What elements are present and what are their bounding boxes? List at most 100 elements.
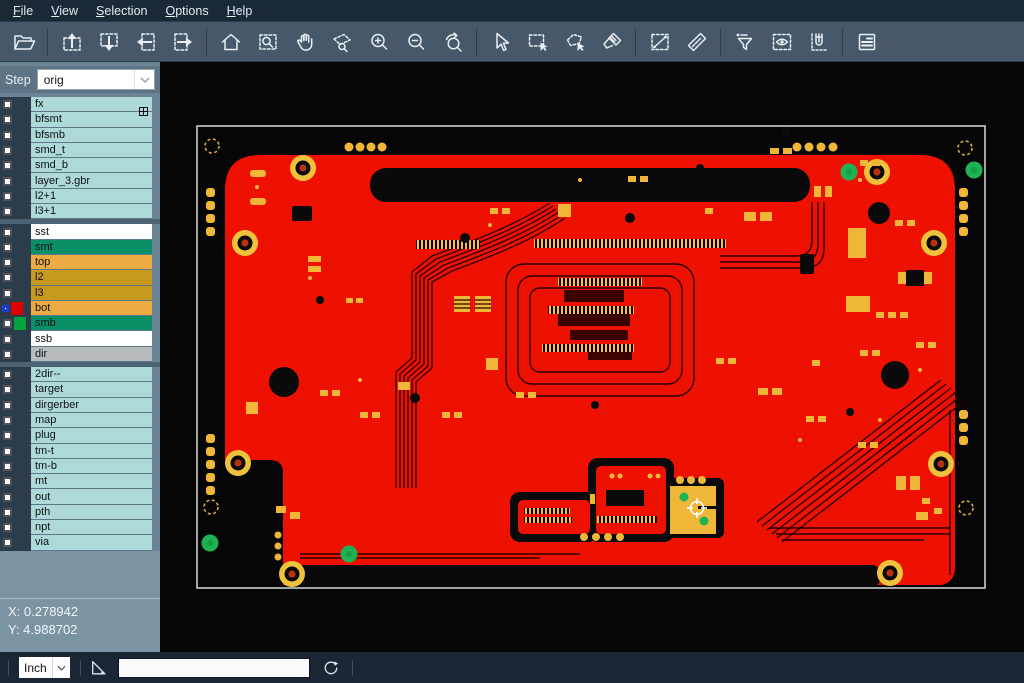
command-input[interactable]	[118, 658, 310, 678]
layer-name[interactable]: mt	[31, 474, 152, 489]
layer-name[interactable]: l2	[31, 270, 152, 285]
import-right-button[interactable]	[164, 25, 201, 59]
layer-row-bfsmb[interactable]: bfsmb	[0, 128, 160, 143]
layer-name[interactable]: bfsmt	[31, 112, 152, 127]
view-options-button[interactable]	[763, 25, 800, 59]
layer-checkbox[interactable]	[3, 207, 12, 216]
layer-row-dir[interactable]: dir	[0, 347, 160, 362]
measure-button[interactable]	[641, 25, 678, 59]
select-rectangle-button[interactable]	[519, 25, 556, 59]
layer-row-pth[interactable]: pth	[0, 505, 160, 520]
layer-row-out[interactable]: out	[0, 489, 160, 504]
layer-checkbox[interactable]	[3, 131, 12, 140]
zoom-previous-button[interactable]	[434, 25, 471, 59]
pcb-canvas[interactable]	[160, 60, 1024, 652]
layer-name[interactable]: smd_b	[31, 158, 152, 173]
filter-button[interactable]	[726, 25, 763, 59]
zoom-object-button[interactable]	[323, 25, 360, 59]
menu-help[interactable]: Help	[218, 2, 262, 20]
ruler-button[interactable]	[678, 25, 715, 59]
layer-row-tm-t[interactable]: tm-t	[0, 444, 160, 459]
layer-name[interactable]: map	[31, 413, 152, 428]
chevron-down-icon[interactable]	[134, 70, 154, 89]
cleanup-button[interactable]	[593, 25, 630, 59]
layer-name[interactable]: dir	[31, 347, 152, 362]
layer-row-bot[interactable]: bot	[0, 301, 160, 316]
units-dropdown[interactable]: Inch	[19, 657, 70, 678]
layer-row-dirgerber[interactable]: dirgerber	[0, 398, 160, 413]
layer-row-layer3[interactable]: layer_3.gbr	[0, 173, 160, 188]
layer-checkbox[interactable]	[3, 350, 12, 359]
layer-checkbox[interactable]	[3, 335, 12, 344]
layer-name[interactable]: ssb	[31, 331, 152, 346]
layer-row-l3p1[interactable]: l3+1	[0, 204, 160, 219]
select-cursor-button[interactable]	[482, 25, 519, 59]
layer-checkbox[interactable]	[3, 370, 12, 379]
layer-row-tm-b[interactable]: tm-b	[0, 459, 160, 474]
layer-row-sst[interactable]: sst	[0, 224, 160, 239]
layer-checkbox[interactable]	[3, 258, 12, 267]
zoom-out-button[interactable]	[397, 25, 434, 59]
layer-checkbox[interactable]	[3, 508, 12, 517]
layer-row-l2[interactable]: l2	[0, 270, 160, 285]
layer-name[interactable]: smt	[31, 240, 152, 255]
layer-checkbox[interactable]	[3, 243, 12, 252]
layer-row-map[interactable]: map	[0, 413, 160, 428]
layer-name[interactable]: out	[31, 489, 152, 504]
layer-row-plug[interactable]: plug	[0, 428, 160, 443]
pan-button[interactable]	[286, 25, 323, 59]
zoom-in-button[interactable]	[360, 25, 397, 59]
layer-row-target[interactable]: target	[0, 382, 160, 397]
layer-name[interactable]: via	[31, 535, 152, 550]
menu-file[interactable]: File	[4, 2, 42, 20]
layer-name[interactable]: pth	[31, 505, 152, 520]
layer-row-l2p1[interactable]: l2+1	[0, 189, 160, 204]
layer-checkbox[interactable]	[3, 100, 12, 109]
layer-checkbox[interactable]	[3, 177, 12, 186]
layer-row-npt[interactable]: npt	[0, 520, 160, 535]
layer-name[interactable]: fx	[31, 97, 152, 112]
layer-name[interactable]: sst	[31, 224, 152, 239]
angle-measure-button[interactable]	[90, 659, 108, 677]
layer-checkbox[interactable]	[3, 538, 12, 547]
layer-checkbox[interactable]	[3, 192, 12, 201]
layer-row-fx[interactable]: fx	[0, 97, 160, 112]
import-top-button[interactable]	[53, 25, 90, 59]
layer-checkbox[interactable]	[3, 523, 12, 532]
layer-name[interactable]: l3	[31, 286, 152, 301]
layer-checkbox[interactable]	[3, 228, 12, 237]
layer-checkbox[interactable]	[3, 431, 12, 440]
layer-name[interactable]: l2+1	[31, 189, 152, 204]
layer-name[interactable]: plug	[31, 428, 152, 443]
menu-view[interactable]: View	[42, 2, 87, 20]
select-polygon-button[interactable]	[556, 25, 593, 59]
layer-checkbox[interactable]	[3, 289, 12, 298]
layer-checkbox[interactable]	[3, 477, 12, 486]
layer-name[interactable]: dirgerber	[31, 398, 152, 413]
layer-row-smt[interactable]: smt	[0, 240, 160, 255]
layer-name[interactable]: layer_3.gbr	[31, 173, 152, 188]
layer-checkbox[interactable]	[3, 401, 12, 410]
layer-row-top[interactable]: top	[0, 255, 160, 270]
layer-checkbox[interactable]	[3, 385, 12, 394]
layer-row-smb[interactable]: smb	[0, 316, 160, 331]
menu-options[interactable]: Options	[156, 2, 217, 20]
layer-checkbox[interactable]	[3, 115, 12, 124]
layer-row-l3[interactable]: l3	[0, 286, 160, 301]
layer-name[interactable]: target	[31, 382, 152, 397]
layer-row-ssb[interactable]: ssb	[0, 331, 160, 346]
layer-name[interactable]: npt	[31, 520, 152, 535]
step-dropdown[interactable]: orig	[37, 69, 155, 90]
layer-name[interactable]: smb	[31, 316, 152, 331]
chevron-down-icon[interactable]	[52, 657, 70, 678]
layer-name[interactable]: l3+1	[31, 204, 152, 219]
layer-checkbox[interactable]	[3, 493, 12, 502]
pcb-view[interactable]	[160, 60, 1024, 652]
layer-name[interactable]: tm-b	[31, 459, 152, 474]
zoom-window-button[interactable]	[249, 25, 286, 59]
layer-checkbox[interactable]	[3, 462, 12, 471]
layer-name[interactable]: bfsmb	[31, 128, 152, 143]
layer-row-via[interactable]: via	[0, 535, 160, 550]
layer-checkbox[interactable]	[3, 416, 12, 425]
layer-row-mt[interactable]: mt	[0, 474, 160, 489]
